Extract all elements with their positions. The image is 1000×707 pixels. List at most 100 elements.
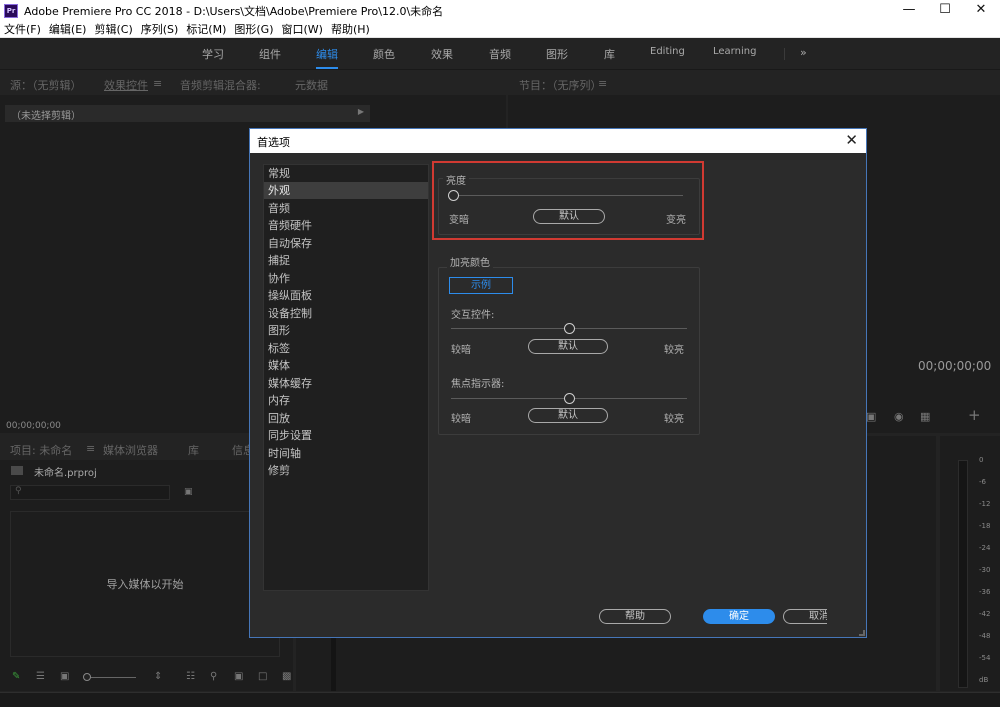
- category-media[interactable]: 媒体: [264, 357, 428, 374]
- project-menu-icon[interactable]: ≡: [86, 442, 95, 455]
- export-frame-icon[interactable]: ▣: [866, 410, 876, 423]
- find-icon[interactable]: ⚲: [210, 671, 217, 682]
- menu-help[interactable]: 帮助(H): [327, 21, 374, 37]
- workspace-editing[interactable]: 编辑: [316, 46, 338, 69]
- cancel-button[interactable]: 取消: [783, 609, 827, 624]
- dialog-close-icon[interactable]: ✕: [845, 131, 858, 149]
- new-bin-bottom-icon[interactable]: ▣: [234, 671, 243, 682]
- interactive-controls-slider-knob[interactable]: [564, 323, 575, 334]
- expand-arrow-icon[interactable]: ▶: [358, 107, 364, 116]
- tab-metadata[interactable]: 元数据: [295, 77, 328, 93]
- focus-indicators-max-label: 较亮: [664, 414, 684, 425]
- workspace-learn[interactable]: 学习: [202, 46, 224, 62]
- ok-button[interactable]: 确定: [703, 609, 775, 624]
- meter-tick: dB: [979, 676, 989, 684]
- tab-program[interactable]: 节目：（无序列）: [519, 77, 602, 93]
- category-graphics[interactable]: 图形: [264, 322, 428, 339]
- workspace-graphics[interactable]: 图形: [546, 46, 568, 62]
- category-capture[interactable]: 捕捉: [264, 252, 428, 269]
- focus-indicators-label: 焦点指示器:: [451, 379, 505, 390]
- source-timecode[interactable]: 00;00;00;00: [6, 421, 61, 431]
- category-audio[interactable]: 音频: [264, 200, 428, 217]
- highlight-color-label: 加亮颜色: [447, 254, 493, 269]
- new-item-icon[interactable]: □: [258, 671, 267, 682]
- workspace-color[interactable]: 颜色: [373, 46, 395, 62]
- program-menu-icon[interactable]: ≡: [598, 77, 607, 90]
- workspace-editing-en[interactable]: Editing: [650, 46, 685, 57]
- effect-controls-clip-header: （未选择剪辑） ▶: [5, 105, 370, 122]
- close-icon[interactable]: ✕: [958, 0, 1000, 21]
- category-auto-save[interactable]: 自动保存: [264, 235, 428, 252]
- project-search-input[interactable]: ⚲: [10, 485, 170, 500]
- tab-project[interactable]: 项目: 未命名: [10, 442, 72, 458]
- trash-icon[interactable]: ▩: [282, 671, 291, 682]
- premiere-app-icon: Pr: [4, 3, 18, 18]
- menu-file[interactable]: 文件(F): [0, 21, 45, 37]
- interactive-controls-min-label: 较暗: [451, 345, 471, 356]
- category-timeline[interactable]: 时间轴: [264, 445, 428, 462]
- zoom-slider-track[interactable]: [88, 677, 136, 678]
- category-memory[interactable]: 内存: [264, 392, 428, 409]
- workspace-learning-en[interactable]: Learning: [713, 46, 756, 57]
- category-general[interactable]: 常规: [264, 165, 428, 182]
- meter-tick: -18: [979, 522, 991, 530]
- menu-sequence[interactable]: 序列(S): [137, 21, 183, 37]
- sort-icon[interactable]: ⇕: [154, 671, 162, 682]
- meter-tick: -6: [979, 478, 986, 486]
- help-button[interactable]: 帮助: [599, 609, 671, 624]
- camera-icon[interactable]: ◉: [894, 410, 904, 423]
- lock-icon[interactable]: ✎: [12, 671, 20, 682]
- workspace-libraries[interactable]: 库: [604, 46, 615, 62]
- workspace-assembly[interactable]: 组件: [259, 46, 281, 62]
- category-appearance[interactable]: 外观: [264, 182, 428, 199]
- category-collaboration[interactable]: 协作: [264, 270, 428, 287]
- menu-clip[interactable]: 剪辑(C): [90, 21, 136, 37]
- new-bin-icon[interactable]: ▣: [184, 487, 193, 497]
- workspace-separator: [784, 48, 785, 60]
- workspace-audio[interactable]: 音频: [489, 46, 511, 62]
- compare-view-icon[interactable]: ▦: [920, 410, 930, 423]
- zoom-slider-knob[interactable]: [83, 673, 91, 681]
- menu-edit[interactable]: 编辑(E): [45, 21, 91, 37]
- audio-meter: 0 -6 -12 -18 -24 -30 -36 -42 -48 -54 dB: [953, 456, 997, 692]
- category-media-cache[interactable]: 媒体缓存: [264, 375, 428, 392]
- meter-tick: -36: [979, 588, 991, 596]
- category-audio-hardware[interactable]: 音频硬件: [264, 217, 428, 234]
- meter-tick: -30: [979, 566, 991, 574]
- focus-indicators-default-button[interactable]: 默认: [528, 408, 608, 423]
- automate-icon[interactable]: ☷: [186, 671, 195, 682]
- category-device-control[interactable]: 设备控制: [264, 305, 428, 322]
- source-panel-header: 源：（无剪辑） 效果控件 ≡ 音频剪辑混合器: 元数据: [0, 71, 506, 95]
- tab-audio-clip-mixer[interactable]: 音频剪辑混合器:: [180, 77, 261, 93]
- workspace-effects[interactable]: 效果: [431, 46, 453, 62]
- tab-libraries[interactable]: 库: [188, 442, 199, 458]
- focus-indicators-slider-knob[interactable]: [564, 393, 575, 404]
- interactive-controls-default-button[interactable]: 默认: [528, 339, 608, 354]
- title-bar: Pr Adobe Premiere Pro CC 2018 - D:\Users…: [0, 0, 1000, 21]
- menu-marker[interactable]: 标记(M): [182, 21, 230, 37]
- tab-source[interactable]: 源：（无剪辑）: [10, 77, 82, 93]
- meter-tick: 0: [979, 456, 984, 464]
- import-drop-area[interactable]: 导入媒体以开始: [10, 511, 280, 657]
- list-view-icon[interactable]: ☰: [36, 671, 45, 682]
- category-trim[interactable]: 修剪: [264, 462, 428, 479]
- category-playback[interactable]: 回放: [264, 410, 428, 427]
- tab-effect-controls[interactable]: 效果控件: [104, 77, 148, 93]
- dialog-title: 首选项: [257, 136, 290, 149]
- menu-window[interactable]: 窗口(W): [278, 21, 327, 37]
- interactive-controls-max-label: 较亮: [664, 345, 684, 356]
- category-labels[interactable]: 标签: [264, 340, 428, 357]
- menu-graphics[interactable]: 图形(G): [230, 21, 277, 37]
- add-button-icon[interactable]: +: [968, 406, 981, 424]
- meter-tick: -12: [979, 500, 991, 508]
- program-timecode[interactable]: 00;00;00;00: [918, 359, 991, 373]
- workspace-overflow-icon[interactable]: »: [800, 46, 807, 59]
- category-control-surface[interactable]: 操纵面板: [264, 287, 428, 304]
- dialog-resize-grip[interactable]: [859, 630, 865, 636]
- tab-media-browser[interactable]: 媒体浏览器: [103, 442, 158, 458]
- icon-view-icon[interactable]: ▣: [60, 671, 69, 682]
- meter-tick: -24: [979, 544, 991, 552]
- panel-menu-icon[interactable]: ≡: [153, 77, 162, 90]
- category-sync-settings[interactable]: 同步设置: [264, 427, 428, 444]
- status-bar: [0, 692, 1000, 707]
